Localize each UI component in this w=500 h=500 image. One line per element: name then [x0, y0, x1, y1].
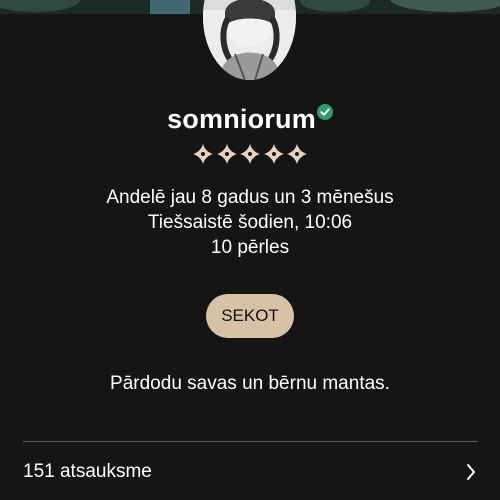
reviews-count-label: 151 atsauksme	[23, 461, 152, 482]
pearl-flower-icon	[216, 144, 237, 164]
profile-description: Pārdodu savas un bērnu mantas.	[110, 373, 390, 394]
badge-row	[192, 143, 308, 165]
avatar[interactable]	[203, 0, 296, 80]
reviews-row[interactable]: 151 atsauksme	[0, 449, 500, 495]
pearl-flower-icon	[240, 144, 260, 164]
pearl-flower-icon	[263, 144, 284, 164]
avatar-photo	[203, 0, 296, 80]
pearl-flower-icon	[193, 144, 213, 164]
last-online-text: Tiešsaistē šodien, 10:06	[147, 212, 353, 233]
chevron-right-icon	[467, 464, 475, 480]
divider	[23, 441, 478, 442]
username: somniorum	[167, 104, 316, 134]
pearls-count-text: 10 pērles	[210, 237, 290, 258]
follow-button[interactable]: SEKOT	[206, 294, 294, 338]
verified-check-icon	[316, 104, 333, 120]
username-row: somniorum	[0, 104, 500, 135]
pearl-flower-icon	[287, 144, 307, 164]
member-since-text: Andelē jau 8 gadus un 3 mēnešus	[106, 187, 394, 208]
